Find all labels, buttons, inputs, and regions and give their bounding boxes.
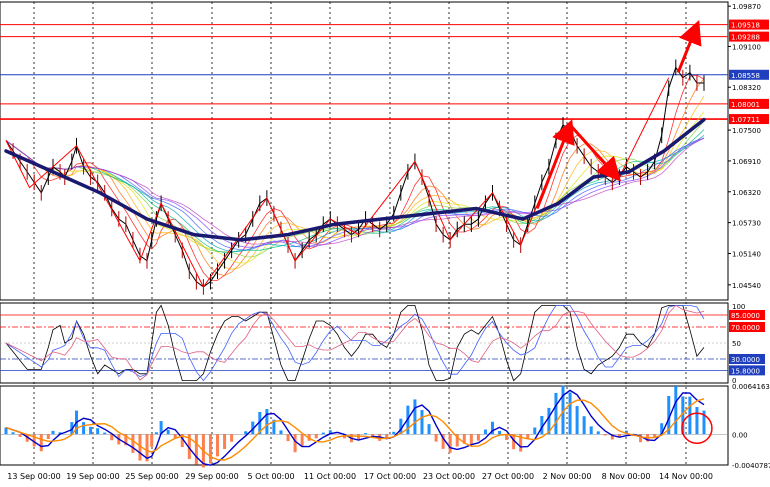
macd-histogram-bar <box>47 434 50 439</box>
y-tick-label: 1.06320 <box>732 189 761 197</box>
level-tag-label: 1.09288 <box>731 34 760 42</box>
level-tag-label: 1.08558 <box>731 72 760 80</box>
x-tick-label: 11 Oct 00:00 <box>304 472 356 481</box>
macd-histogram-bar <box>597 431 600 434</box>
macd-histogram-bar <box>19 434 22 437</box>
x-tick-label: 25 Sep 00:00 <box>125 472 178 481</box>
x-tick-label: 2 Nov 00:00 <box>543 472 592 481</box>
macd-histogram-bar <box>155 432 158 434</box>
oscillator-line <box>6 305 704 380</box>
macd-histogram-bar <box>40 434 43 451</box>
macd-histogram-bar <box>554 393 557 434</box>
x-tick-label: 27 Oct 00:00 <box>482 472 534 481</box>
macd-histogram-bar <box>695 407 698 434</box>
macd-histogram-bar <box>167 430 170 435</box>
x-tick-label: 14 Nov 00:00 <box>659 472 713 481</box>
macd-histogram-bar <box>195 434 198 464</box>
x-tick-label: 23 Oct 00:00 <box>423 472 475 481</box>
x-tick-label: 29 Sep 00:00 <box>185 472 238 481</box>
x-tick-label: 17 Oct 00:00 <box>364 472 416 481</box>
macd-tick-label: -0.0040787 <box>732 462 770 470</box>
macd-histogram-bar <box>576 406 579 434</box>
macd-histogram-bar <box>583 416 586 434</box>
macd-histogram-bar <box>96 428 99 434</box>
macd-histogram-bar <box>52 431 55 434</box>
macd-histogram-bar <box>413 399 416 434</box>
trading-chart: 1.09518 1.09288 1.08558 1.08001 1.07711 1.098… <box>0 0 770 483</box>
y-tick-label: 1.07500 <box>732 127 761 135</box>
macd-histogram-bar <box>223 434 226 449</box>
y-tick-label: 1.09870 <box>732 3 761 11</box>
osc-level-label: 30.0000 <box>731 356 760 364</box>
annotation-arrow <box>678 26 697 73</box>
macd-histogram-bar <box>230 434 233 441</box>
macd-tick-label: 0.0064163 <box>732 383 770 391</box>
macd-histogram-bar <box>12 432 15 434</box>
osc-level-label: 15.8000 <box>731 367 760 375</box>
y-tick-label: 1.09100 <box>732 43 761 51</box>
x-tick-label: 5 Oct 00:00 <box>247 472 294 481</box>
price-pane-frame <box>0 2 728 300</box>
macd-histogram-bar <box>209 434 212 463</box>
macd-histogram-bar <box>103 433 106 435</box>
macd-histogram-bar <box>301 434 304 446</box>
macd-histogram-bar <box>315 434 318 438</box>
x-tick-label: 8 Nov 00:00 <box>602 472 651 481</box>
osc-tick-label: 50 <box>732 340 741 348</box>
oscillator-line <box>6 305 704 380</box>
macd-histogram-bar <box>674 386 677 434</box>
y-tick-label: 1.05140 <box>732 250 761 258</box>
zigzag-line <box>6 78 669 287</box>
level-tag-label: 1.08001 <box>731 101 760 109</box>
y-tick-label: 1.05730 <box>732 220 761 228</box>
macd-histogram-bar <box>420 410 423 434</box>
level-tag-label: 1.07711 <box>731 116 760 124</box>
macd-histogram-bar <box>484 430 487 435</box>
macd-histogram-bar <box>364 433 367 434</box>
macd-histogram-bar <box>470 434 473 444</box>
macd-histogram-bar <box>216 434 219 456</box>
macd-histogram-bar <box>131 434 134 453</box>
macd-histogram-bar <box>82 422 85 434</box>
macd-histogram-bar <box>498 431 501 434</box>
macd-histogram-bar <box>435 434 438 441</box>
y-tick-label: 1.06910 <box>732 158 761 166</box>
macd-histogram-bar <box>265 409 268 434</box>
x-tick-label: 13 Sep 00:00 <box>7 472 60 481</box>
macd-histogram-bar <box>322 433 325 435</box>
macd-histogram-bar <box>590 426 593 434</box>
macd-histogram-bar <box>294 434 297 452</box>
macd-histogram-bar <box>569 393 572 435</box>
macd-histogram-bar <box>279 430 282 434</box>
y-tick-label: 1.04540 <box>732 282 761 290</box>
osc-level-label: 70.0000 <box>731 324 760 332</box>
macd-histogram-bar <box>287 434 290 441</box>
macd-histogram-bar <box>604 434 607 435</box>
y-tick-label: 1.08320 <box>732 84 761 92</box>
annotation-arrow <box>537 125 570 209</box>
macd-histogram-bar <box>477 434 480 440</box>
macd-histogram-bar <box>89 427 92 434</box>
x-tick-label: 19 Sep 00:00 <box>66 472 119 481</box>
level-tag-label: 1.09518 <box>731 22 760 30</box>
macd-main-line <box>6 390 704 465</box>
macd-histogram-bar <box>449 434 452 452</box>
chart-canvas: 1.09518 1.09288 1.08558 1.08001 1.07711 1.098… <box>0 0 770 483</box>
ma-ribbon-line <box>6 112 704 263</box>
macd-histogram-bar <box>533 428 536 435</box>
macd-histogram-bar <box>150 434 153 447</box>
osc-tick-label: 100 <box>732 303 745 311</box>
osc-level-label: 85.0000 <box>731 312 760 320</box>
macd-histogram-bar <box>428 424 431 434</box>
macd-tick-label: 0.00 <box>732 431 748 439</box>
macd-histogram-bar <box>392 432 395 435</box>
macd-signal-line <box>6 399 704 460</box>
